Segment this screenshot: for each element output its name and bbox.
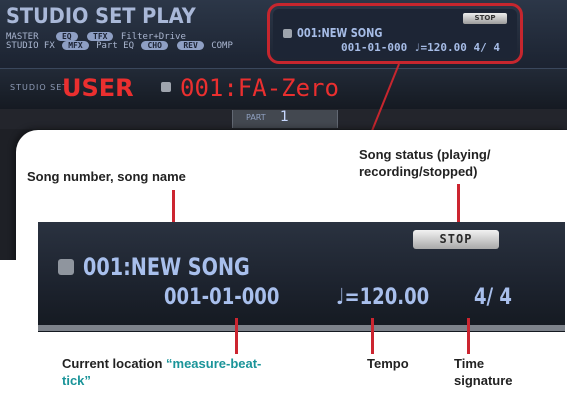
time-signature: 4/ 4 (474, 285, 512, 310)
studio-fx-row: STUDIO FX MFX Part EQ CHO REV COMP (6, 41, 233, 51)
song-name: 001:NEW SONG (83, 253, 250, 281)
song-indicator-icon-large (58, 259, 74, 275)
cho-pill[interactable]: CHO (141, 41, 168, 50)
studio-set-label: STUDIO SET (10, 83, 69, 92)
studio-set-name[interactable]: 001:FA-Zero (180, 74, 339, 102)
set-indicator-icon (161, 82, 171, 92)
stop-status-badge: STOP (413, 230, 499, 249)
pointer-time-signature (467, 318, 470, 354)
annotation-time-signature: Time signature (454, 356, 513, 388)
comp-label: COMP (211, 41, 233, 51)
tempo-value: ♩=120.00 (336, 285, 430, 310)
rev-pill[interactable]: REV (177, 41, 204, 50)
bank-label[interactable]: USER (62, 74, 134, 102)
annotation-current-location: Current location “measure-beat- tick” (62, 356, 262, 388)
eq-pill[interactable]: EQ (55, 32, 78, 41)
display-bezel (38, 325, 565, 331)
screen-title: STUDIO SET PLAY (6, 4, 196, 28)
highlight-frame (267, 3, 523, 64)
pointer-tempo (371, 318, 374, 354)
tfx-pill[interactable]: TFX (87, 32, 114, 41)
mfx-pill[interactable]: MFX (62, 41, 89, 50)
pointer-location (235, 318, 238, 354)
panel-left-edge (0, 260, 22, 403)
annotation-tempo: Tempo (367, 356, 409, 371)
annotation-song-status: Song status (playing/ recording/stopped) (359, 147, 491, 179)
part-number: 1 (280, 109, 289, 125)
annotation-song-number-name: Song number, song name (27, 169, 186, 184)
part-label: PART (246, 113, 266, 122)
current-location: 001-01-000 (164, 285, 280, 310)
studio-fx-label: STUDIO FX (6, 41, 55, 51)
part-eq-label: Part EQ (96, 41, 135, 51)
